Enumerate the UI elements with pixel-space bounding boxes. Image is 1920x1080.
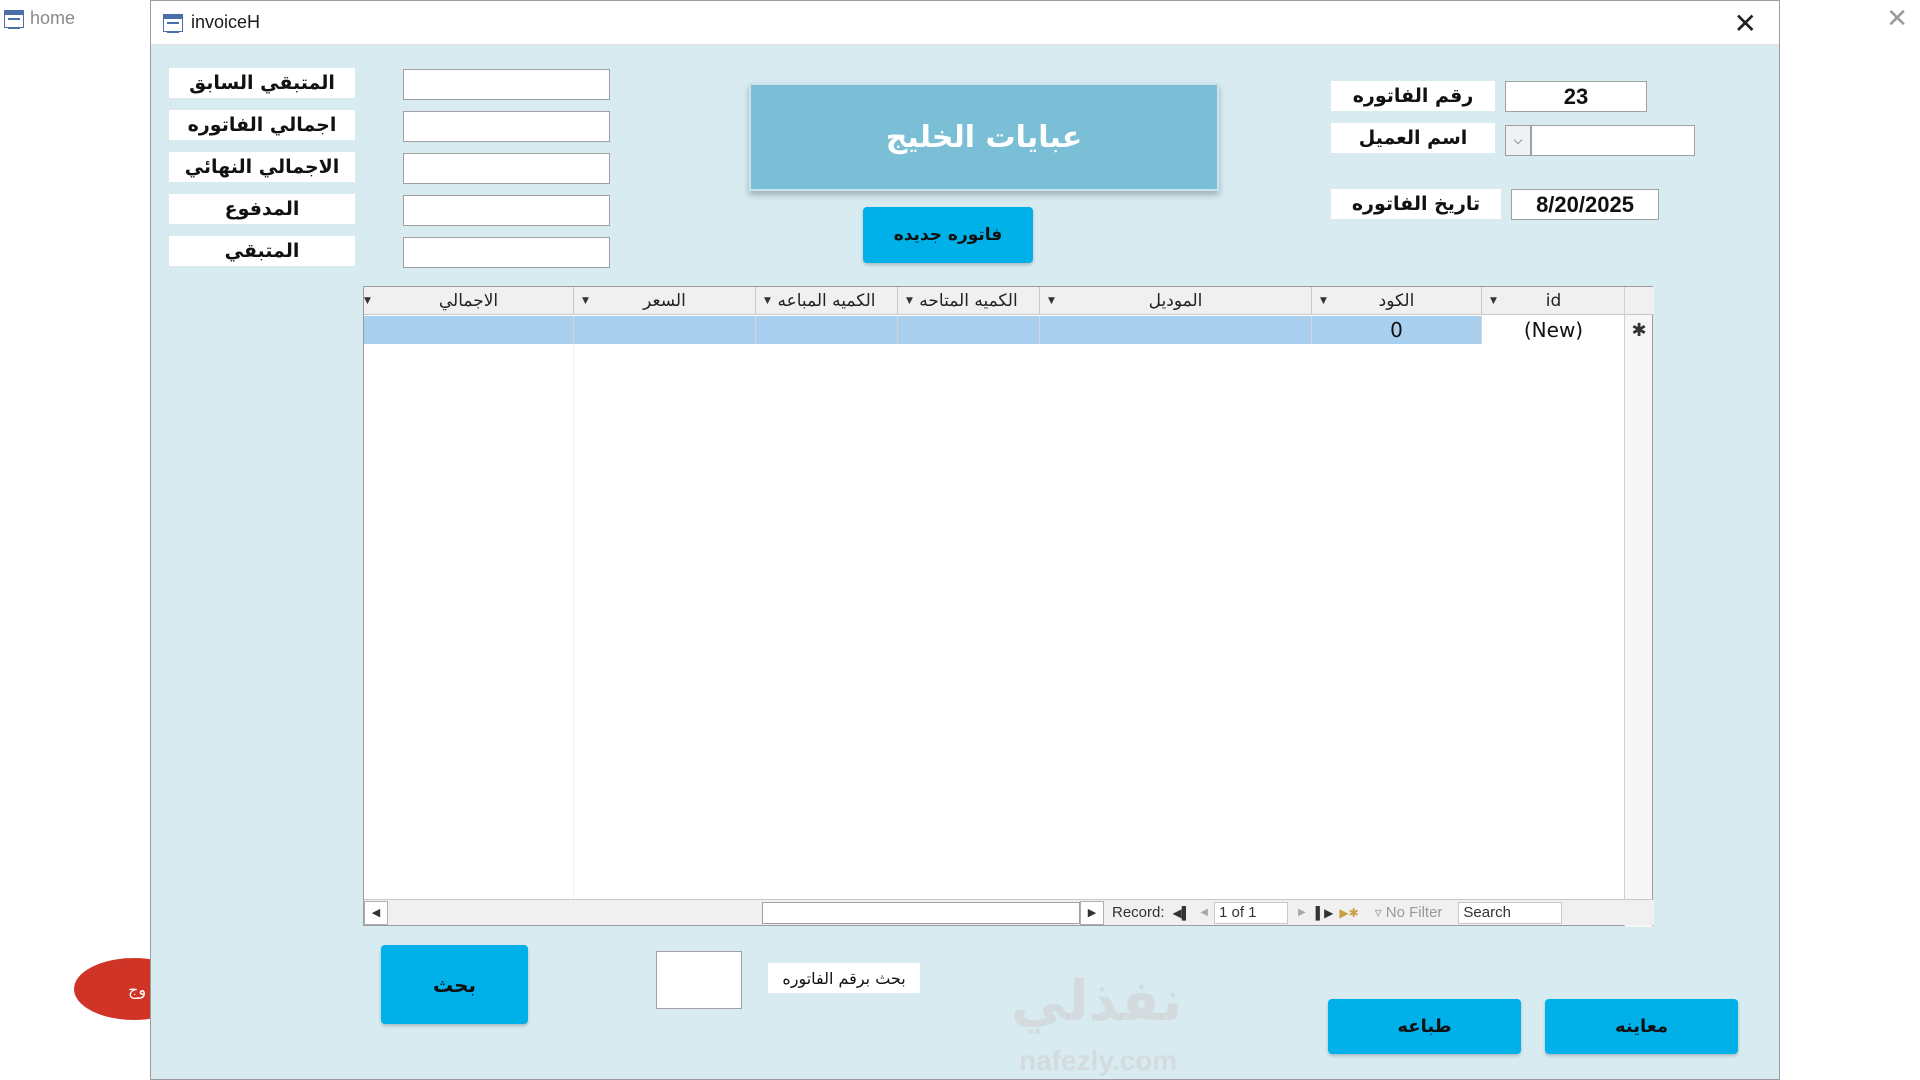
label-previous-remaining: المتبقي السابق [169, 68, 355, 98]
cell-total[interactable] [364, 316, 574, 344]
screen: home ✕ وج invoiceH ✕ المتبقي السابق اجما… [0, 0, 1920, 1080]
invoice-dialog: invoiceH ✕ المتبقي السابق اجمالي الفاتور… [150, 0, 1780, 1080]
next-record-icon[interactable]: ▶ [1298, 907, 1306, 918]
table-row-new[interactable]: (New) 0 [364, 316, 1654, 344]
chevron-down-icon[interactable]: ⌵ [1505, 125, 1531, 156]
grid-header: ▼ id ▼ الكود ▼ الموديل ▼ الكميه المتاحه ▼ الك… [364, 287, 1654, 315]
invoice-total-field[interactable] [403, 111, 610, 142]
previous-remaining-field[interactable] [403, 69, 610, 100]
column-header-price[interactable]: ▼ السعر [574, 287, 756, 315]
dropdown-arrow-icon[interactable]: ▼ [1320, 296, 1327, 306]
home-red-button-label: وج [128, 979, 147, 999]
paid-field[interactable] [403, 195, 610, 226]
search-button[interactable]: بحث [381, 945, 528, 1024]
select-all-corner[interactable] [1625, 287, 1653, 315]
new-invoice-button[interactable]: فاتوره جديده [863, 207, 1033, 263]
dropdown-arrow-icon[interactable]: ▼ [1048, 296, 1055, 306]
column-header-code[interactable]: ▼ الكود [1312, 287, 1482, 315]
cell-price[interactable] [574, 316, 756, 344]
no-filter-label[interactable]: No Filter [1386, 904, 1443, 921]
record-label: Record: [1112, 904, 1165, 921]
scroll-right-icon[interactable]: ▶ [1080, 900, 1104, 925]
first-record-icon[interactable]: ◀▌ [1173, 906, 1191, 920]
label-search-by-invoice: بحث برقم الفاتوره [768, 963, 920, 993]
record-navigation-bar: ◀ ▶ Record: ◀▌ ◀ 1 of 1 ▶ ▌▶ ▶✱ ▿ No Fil… [364, 899, 1654, 925]
home-window-title[interactable]: home [4, 8, 75, 29]
column-header-model[interactable]: ▼ الموديل [1040, 287, 1312, 315]
invoice-date-field[interactable]: 8/20/2025 [1511, 189, 1659, 220]
cell-available-qty[interactable] [898, 316, 1040, 344]
dropdown-arrow-icon[interactable]: ▼ [364, 296, 371, 306]
column-header-available-qty[interactable]: ▼ الكميه المتاحه [898, 287, 1040, 315]
label-invoice-date: تاريخ الفاتوره [1331, 189, 1501, 219]
scroll-left-icon[interactable]: ◀ [364, 900, 388, 925]
new-record-marker-icon: ✱ [1631, 319, 1647, 341]
dialog-titlebar[interactable]: invoiceH ✕ [151, 1, 1779, 45]
cell-sold-qty[interactable] [756, 316, 898, 344]
form-icon [4, 9, 24, 29]
dropdown-arrow-icon[interactable]: ▼ [582, 296, 589, 306]
customer-name-combobox[interactable] [1531, 125, 1695, 156]
column-header-sold-qty[interactable]: ▼ الكميه المباعه [756, 287, 898, 315]
label-invoice-number: رقم الفاتوره [1331, 81, 1495, 111]
home-close-icon[interactable]: ✕ [1886, 4, 1908, 34]
invoice-number-field[interactable]: 23 [1505, 81, 1647, 112]
label-customer-name: اسم العميل [1331, 123, 1495, 153]
invoice-details-grid: ▼ id ▼ الكود ▼ الموديل ▼ الكميه المتاحه ▼ الك… [363, 286, 1654, 927]
filter-icon[interactable]: ▿ [1375, 904, 1382, 921]
column-divider [573, 344, 574, 900]
dropdown-arrow-icon[interactable]: ▼ [1490, 296, 1497, 306]
label-remaining: المتبقي [169, 236, 355, 266]
home-title-text: home [30, 8, 76, 28]
print-button[interactable]: طباعه [1328, 999, 1521, 1054]
final-total-field[interactable] [403, 153, 610, 184]
form-icon [163, 13, 183, 33]
dropdown-arrow-icon[interactable]: ▼ [906, 296, 913, 306]
horizontal-scrollbar-thumb[interactable] [762, 901, 1080, 924]
remaining-field[interactable] [403, 237, 610, 268]
watermark-url: nafezly.com [1019, 1045, 1178, 1076]
label-paid: المدفوع [169, 194, 355, 224]
dropdown-arrow-icon[interactable]: ▼ [764, 296, 771, 306]
label-final-total: الاجمالي النهائي [169, 152, 355, 182]
new-record-icon[interactable]: ▶✱ [1339, 906, 1358, 920]
watermark: نفذلي [1011, 969, 1183, 1034]
dialog-title: invoiceH [191, 12, 261, 32]
column-header-id[interactable]: ▼ id [1482, 287, 1626, 315]
preview-button[interactable]: معاينه [1545, 999, 1738, 1054]
cell-id[interactable]: (New) [1482, 316, 1626, 344]
cell-code[interactable]: 0 [1312, 316, 1482, 344]
label-invoice-total: اجمالي الفاتوره [169, 110, 355, 140]
brand-title: عبايات الخليج [749, 83, 1219, 191]
close-icon[interactable]: ✕ [1734, 7, 1757, 40]
current-record-field[interactable]: 1 of 1 [1213, 901, 1288, 924]
prev-record-icon[interactable]: ◀ [1200, 907, 1208, 918]
invoice-search-input[interactable] [656, 951, 742, 1009]
column-header-total[interactable]: ▼ الاجمالي [364, 287, 574, 315]
grid-search-input[interactable]: Search [1458, 901, 1563, 924]
record-selector-column[interactable]: ✱ [1624, 287, 1653, 927]
last-record-icon[interactable]: ▌▶ [1316, 906, 1334, 920]
cell-model[interactable] [1040, 316, 1312, 344]
horizontal-scrollbar-track[interactable] [388, 901, 762, 924]
